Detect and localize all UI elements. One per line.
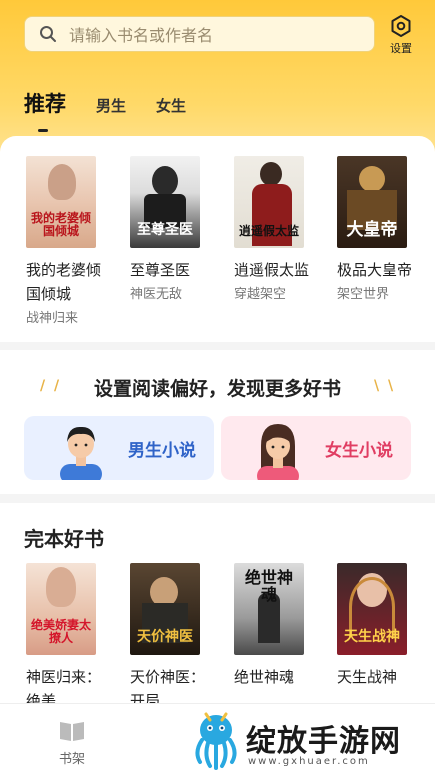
cover-title: 天价神医 bbox=[137, 629, 193, 645]
section-title: 完本好书 bbox=[24, 527, 104, 551]
search-icon bbox=[40, 26, 56, 42]
cover-title: 我的老婆倾国倾城 bbox=[30, 211, 91, 238]
female-novel-label: 女生小说 bbox=[325, 440, 393, 461]
book-cover[interactable]: 绝世神魂 bbox=[234, 563, 304, 655]
book-item[interactable]: 绝美娇妻太撩人 神医归来：绝美 bbox=[26, 563, 106, 713]
female-novel-button[interactable]: 女生小说 bbox=[221, 416, 411, 480]
tab-recommend[interactable]: 推荐 bbox=[24, 88, 66, 118]
book-title: 我的老婆倾国倾城 bbox=[26, 261, 102, 303]
cover-title: 大皇帝 bbox=[346, 220, 398, 240]
cover-title: 天生战神 bbox=[344, 629, 400, 645]
book-category: 神医无敌 bbox=[130, 287, 183, 302]
settings-label: 设置 bbox=[390, 42, 412, 55]
octopus-logo-icon bbox=[195, 712, 237, 770]
book-cover[interactable]: 天价神医 bbox=[130, 563, 200, 655]
male-novel-label: 男生小说 bbox=[128, 440, 196, 461]
gear-icon bbox=[391, 15, 411, 37]
book-item[interactable]: 我的老婆倾国倾城 我的老婆倾国倾城 战神归来 bbox=[26, 156, 106, 328]
cover-title: 绝世神魂 bbox=[244, 568, 293, 604]
book-title: 至尊圣医 bbox=[130, 261, 191, 279]
female-avatar-icon bbox=[257, 424, 299, 480]
book-cover[interactable]: 绝美娇妻太撩人 bbox=[26, 563, 96, 655]
settings-button[interactable]: 设置 bbox=[385, 14, 417, 56]
cover-title: 逍遥假太监 bbox=[238, 224, 299, 238]
finished-books-card: 完本好书 绝美娇妻太撩人 神医归来：绝美 天价神医 天价神医：开局 绝世神魂 绝… bbox=[0, 503, 435, 710]
book-cover[interactable]: 大皇帝 bbox=[337, 156, 407, 248]
book-cover[interactable]: 至尊圣医 bbox=[130, 156, 200, 248]
preference-title: 设置阅读偏好，发现更多好书 bbox=[93, 378, 341, 400]
book-category: 穿越架空 bbox=[234, 287, 287, 302]
book-cover[interactable]: 天生战神 bbox=[337, 563, 407, 655]
cover-title: 至尊圣医 bbox=[137, 222, 193, 238]
book-title: 极品大皇帝 bbox=[337, 261, 413, 279]
book-item[interactable]: 逍遥假太监 逍遥假太监 穿越架空 bbox=[234, 156, 314, 304]
book-title: 绝世神魂 bbox=[234, 668, 295, 686]
book-icon bbox=[60, 722, 84, 741]
decoration-right: \ \ bbox=[374, 378, 396, 394]
male-novel-button[interactable]: 男生小说 bbox=[24, 416, 214, 480]
book-title: 天生战神 bbox=[337, 668, 398, 686]
active-tab-indicator bbox=[38, 129, 48, 132]
nav-bookshelf-label: 书架 bbox=[58, 752, 85, 767]
book-cover[interactable]: 我的老婆倾国倾城 bbox=[26, 156, 96, 248]
male-avatar-icon bbox=[60, 426, 102, 480]
nav-bookshelf[interactable]: 书架 bbox=[52, 720, 92, 767]
reading-preference-card: / / 设置阅读偏好，发现更多好书 \ \ 男生小说 女生小说 bbox=[0, 350, 435, 494]
watermark: 绽放手游网 www.gxhuaer.com bbox=[186, 706, 435, 775]
book-category: 架空世界 bbox=[337, 287, 390, 302]
tab-female[interactable]: 女生 bbox=[156, 95, 186, 116]
cover-title: 绝美娇妻太撩人 bbox=[30, 618, 91, 645]
tab-male[interactable]: 男生 bbox=[96, 95, 126, 116]
book-cover[interactable]: 逍遥假太监 bbox=[234, 156, 304, 248]
book-title: 逍遥假太监 bbox=[234, 261, 310, 279]
search-placeholder: 请输入书名或作者名 bbox=[69, 26, 214, 45]
search-bar[interactable]: 请输入书名或作者名 bbox=[24, 16, 375, 52]
book-item[interactable]: 天价神医 天价神医：开局 bbox=[130, 563, 210, 713]
book-item[interactable]: 天生战神 天生战神 bbox=[337, 563, 417, 689]
book-item[interactable]: 至尊圣医 至尊圣医 神医无敌 bbox=[130, 156, 210, 304]
book-category: 战神归来 bbox=[26, 311, 79, 326]
category-tabs: 推荐 男生 女生 bbox=[24, 88, 216, 118]
book-item[interactable]: 绝世神魂 绝世神魂 bbox=[234, 563, 314, 689]
watermark-text: 绽放手游网 bbox=[246, 724, 401, 759]
featured-books-card: 我的老婆倾国倾城 我的老婆倾国倾城 战神归来 至尊圣医 至尊圣医 神医无敌 逍遥… bbox=[0, 136, 435, 342]
watermark-url: www.gxhuaer.com bbox=[248, 756, 370, 767]
book-item[interactable]: 大皇帝 极品大皇帝 架空世界 bbox=[337, 156, 417, 304]
